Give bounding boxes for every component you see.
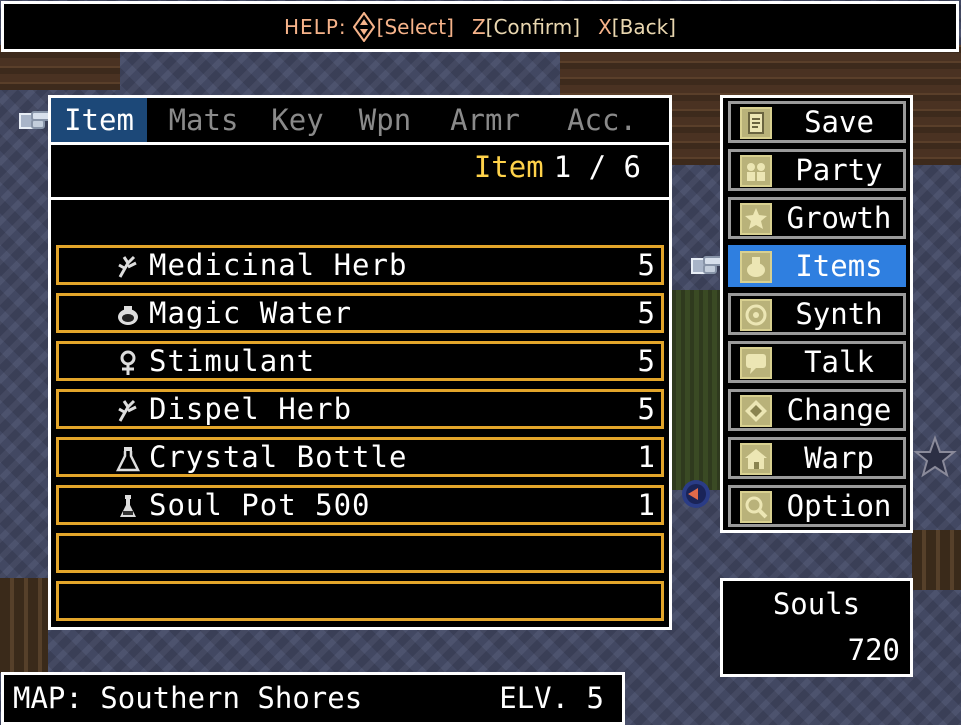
menu-item-label: Change (786, 393, 892, 427)
item-name: Magic Water (149, 296, 353, 330)
counter-value: 1 / 6 (553, 150, 641, 184)
menu-item-label: Option (786, 489, 892, 523)
grass-patch (672, 290, 720, 490)
item-counter: Item 1 / 6 (474, 150, 641, 184)
tab-armr[interactable]: Armr (435, 98, 535, 142)
save-icon (740, 107, 772, 139)
menu-item-talk[interactable]: Talk (728, 341, 906, 383)
wooden-fence (0, 578, 48, 673)
menu-item-save[interactable]: Save (728, 101, 906, 143)
tab-key[interactable]: Key (260, 98, 335, 142)
stimulant-icon (114, 349, 142, 377)
items-icon (740, 251, 772, 283)
main-menu: Save Party Growth Items Synth Talk Change Warp O… (720, 95, 913, 533)
item-row[interactable]: Crystal Bottle 1 (56, 437, 664, 477)
category-tabs: Item Mats Key Wpn Armr Acc. (51, 98, 669, 145)
menu-item-synth[interactable]: Synth (728, 293, 906, 335)
item-row[interactable]: Soul Pot 500 1 (56, 485, 664, 525)
menu-item-label: Talk (804, 345, 874, 379)
location-bar: MAP: Southern Shores ELV. 5 (1, 672, 625, 725)
synth-icon (740, 299, 772, 331)
change-icon (740, 395, 772, 427)
empty-item-slot[interactable] (56, 581, 664, 621)
help-confirm: [Confirm] (485, 14, 581, 39)
herb-icon (114, 253, 142, 281)
item-name: Dispel Herb (149, 392, 353, 426)
menu-item-label: Save (804, 105, 874, 139)
menu-item-change[interactable]: Change (728, 389, 906, 431)
wooden-fence (912, 530, 961, 590)
divider (51, 197, 669, 200)
flask-icon (114, 445, 142, 473)
star-sprite (912, 434, 958, 480)
item-quantity: 1 (637, 488, 655, 522)
menu-item-label: Synth (795, 297, 883, 331)
character-sprite (672, 470, 720, 518)
counter-label: Item (473, 150, 544, 184)
menu-item-label: Items (795, 249, 883, 283)
item-quantity: 5 (637, 296, 655, 330)
item-row[interactable]: Magic Water 5 (56, 293, 664, 333)
item-name: Medicinal Herb (149, 248, 408, 282)
help-label: HELP: (284, 14, 347, 39)
menu-item-party[interactable]: Party (728, 149, 906, 191)
menu-item-label: Growth (786, 201, 892, 235)
help-bar: HELP: [Select] Z [Confirm] X [Back] (1, 1, 959, 52)
tab-mats[interactable]: Mats (147, 98, 260, 142)
elevation: ELV. 5 (499, 681, 604, 715)
magic-water-icon (114, 301, 142, 329)
menu-item-warp[interactable]: Warp (728, 437, 906, 479)
talk-icon (740, 347, 772, 379)
menu-item-label: Warp (804, 441, 874, 475)
item-name: Crystal Bottle (149, 440, 408, 474)
souls-panel: Souls 720 (720, 578, 913, 677)
item-row[interactable]: Dispel Herb 5 (56, 389, 664, 429)
option-icon (740, 491, 772, 523)
dpad-icon (352, 11, 375, 42)
help-back-key: X (598, 14, 612, 39)
menu-item-label: Party (795, 153, 883, 187)
item-row[interactable]: Medicinal Herb 5 (56, 245, 664, 285)
menu-item-growth[interactable]: Growth (728, 197, 906, 239)
souls-label: Souls (772, 587, 861, 621)
inventory-panel: Item Mats Key Wpn Armr Acc. Item 1 / 6 Medicin… (48, 95, 672, 630)
help-back: [Back] (611, 14, 676, 39)
souls-value: 720 (847, 633, 900, 667)
menu-item-option[interactable]: Option (728, 485, 906, 527)
menu-item-items[interactable]: Items (728, 245, 906, 287)
item-row[interactable]: Stimulant 5 (56, 341, 664, 381)
tab-item[interactable]: Item (51, 98, 147, 142)
help-confirm-key: Z (471, 14, 486, 39)
item-quantity: 1 (637, 440, 655, 474)
party-icon (740, 155, 772, 187)
potion-icon (114, 493, 142, 521)
tab-wpn[interactable]: Wpn (335, 98, 435, 142)
map-name: MAP: Southern Shores (13, 681, 363, 715)
item-name: Stimulant (149, 344, 316, 378)
item-quantity: 5 (637, 248, 655, 282)
warp-icon (740, 443, 772, 475)
tab-acc[interactable]: Acc. (535, 98, 669, 142)
herb-icon (114, 397, 142, 425)
empty-item-slot[interactable] (56, 533, 664, 573)
item-name: Soul Pot 500 (149, 488, 371, 522)
item-quantity: 5 (637, 344, 655, 378)
item-quantity: 5 (637, 392, 655, 426)
growth-icon (740, 203, 772, 235)
help-select: [Select] (376, 14, 454, 39)
